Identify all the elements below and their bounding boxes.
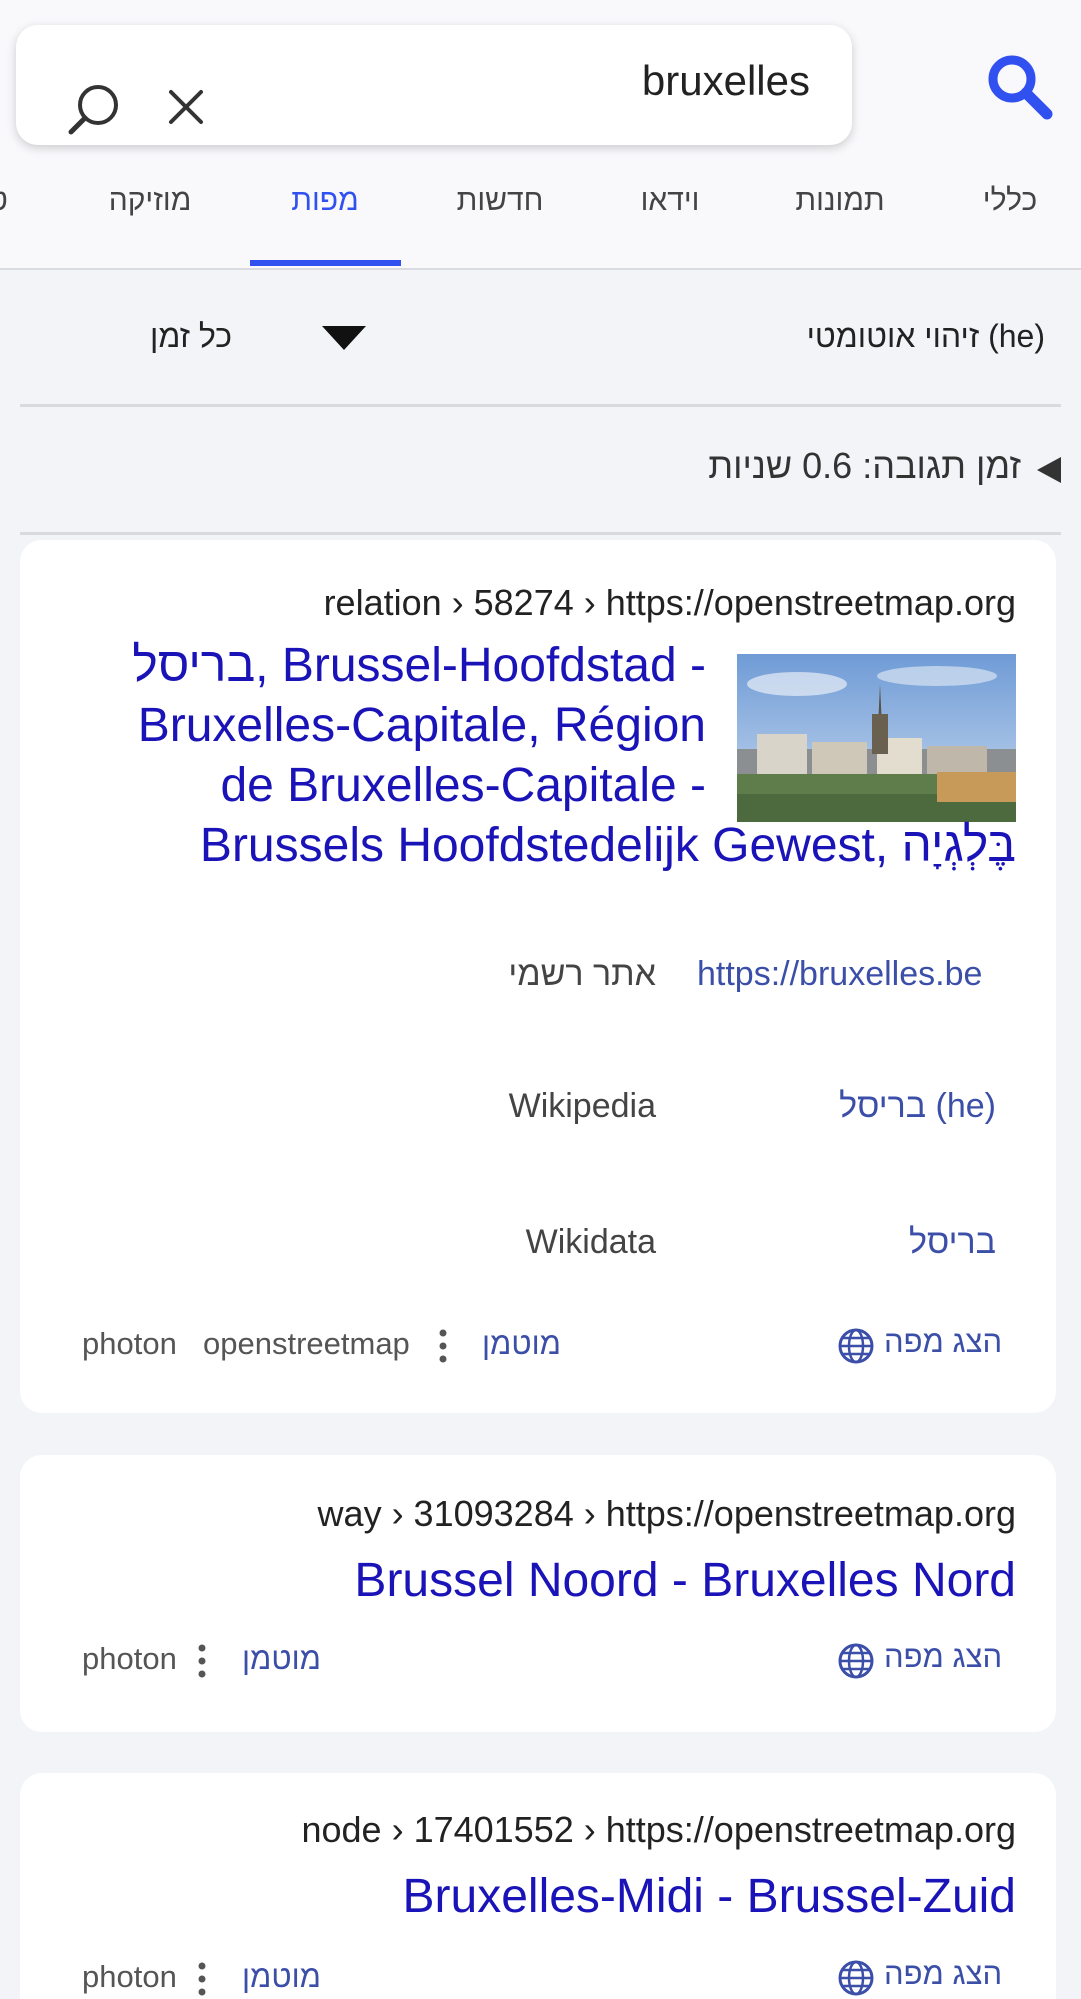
result-title-line: de Bruxelles-Capitale - [220,759,706,812]
globe-icon[interactable] [837,1959,875,1997]
tab-more[interactable]: ט [0,184,8,218]
detail-key-wikipedia: Wikipedia [508,1087,656,1125]
result-url-domain: https://openstreetmap.org [605,1809,1016,1850]
result-card: way › 31093284 › https://openstreetmap.o… [20,1455,1056,1732]
detail-value-website[interactable]: https://bruxelles.be [697,955,982,994]
header: bruxelles כללי תמונות וידאו חדשות מפות מ… [0,0,1081,270]
dots-vertical-icon [198,1644,206,1678]
time-filter[interactable]: כל זמן [150,318,232,355]
search-submit-icon[interactable] [985,52,1055,122]
cached-link[interactable]: מוטמן [242,1959,321,1995]
cached-link[interactable]: מוטמן [482,1326,561,1362]
engine-label: openstreetmap [203,1326,410,1361]
result-title-line: Bruxelles-Capitale, Région [137,699,706,752]
tab-videos[interactable]: וידאו [641,184,700,218]
engine-label: photon [82,1641,177,1676]
divider [20,532,1061,535]
search-icon[interactable] [66,81,122,137]
result-url-path: way › 31093284 › [317,1493,596,1534]
result-title[interactable]: Brussel Noord - Bruxelles Nord [354,1551,1016,1611]
result-card: relation › 58274 › https://openstreetmap… [20,540,1056,1413]
cached-link[interactable]: מוטמן [242,1641,321,1677]
result-url-path: node › 17401552 › [301,1809,596,1850]
triangle-left-icon[interactable] [1037,457,1061,483]
tab-music[interactable]: מוזיקה [109,184,192,218]
result-card: node › 17401552 › https://openstreetmap.… [20,1773,1056,1999]
engine-label: photon [82,1326,177,1361]
tab-images[interactable]: תמונות [795,184,884,218]
response-time[interactable]: זמן תגובה: 0.6 שניות [708,445,1021,487]
tab-news[interactable]: חדשות [457,184,544,218]
search-input[interactable]: bruxelles [642,57,810,105]
show-map-link[interactable]: הצג מפה [884,1639,1002,1675]
language-filter[interactable]: זיהוי אוטומטי (he) [807,318,1045,355]
chevron-down-icon[interactable] [322,326,366,352]
result-title-line: Brussels Hoofdstedelijk Gewest, בֶּלְגְי… [199,819,1016,872]
detail-key-wikidata: Wikidata [525,1223,656,1261]
engine-label: photon [82,1959,177,1994]
tab-maps[interactable]: מפות [291,184,358,218]
show-map-link[interactable]: הצג מפה [884,1956,1002,1992]
globe-icon[interactable] [837,1642,875,1680]
result-title[interactable]: Bruxelles-Midi - Brussel-Zuid [403,1867,1016,1927]
result-url[interactable]: way › 31093284 › https://openstreetmap.o… [318,1493,1016,1535]
dots-vertical-icon [198,1962,206,1996]
result-url-path: relation › 58274 › [323,582,596,623]
result-url-domain: https://openstreetmap.org [605,1493,1016,1534]
result-title-line: בריסל, Brussel-Hoofdstad - [132,639,706,692]
clear-icon[interactable] [166,87,206,127]
globe-icon[interactable] [837,1327,875,1365]
dots-vertical-icon [439,1329,447,1363]
result-url[interactable]: node › 17401552 › https://openstreetmap.… [301,1809,1016,1851]
detail-value-wikipedia[interactable]: (he) בריסל [839,1087,996,1126]
search-box[interactable]: bruxelles [16,25,852,145]
result-title[interactable]: בריסל, Brussel-Hoofdstad - Bruxelles-Cap… [132,636,1016,876]
active-tab-indicator [250,260,401,266]
detail-key-website: אתר רשמי [508,955,656,993]
detail-value-wikidata[interactable]: בריסל [909,1223,996,1262]
tab-general[interactable]: כללי [983,184,1037,218]
result-url[interactable]: relation › 58274 › https://openstreetmap… [324,582,1016,624]
divider [20,404,1061,407]
show-map-link[interactable]: הצג מפה [884,1324,1002,1360]
result-url-domain: https://openstreetmap.org [605,582,1016,623]
